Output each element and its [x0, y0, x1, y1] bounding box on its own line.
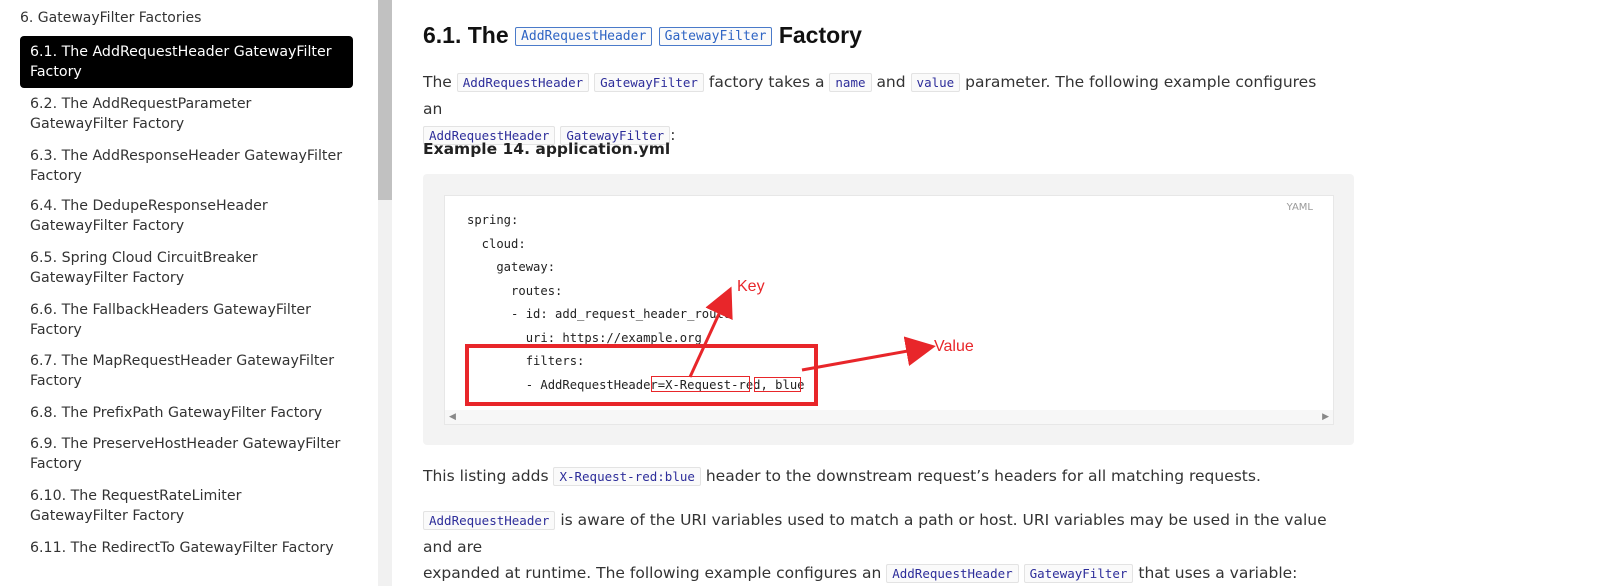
sidebar-scrollbar[interactable]	[378, 0, 392, 586]
toc-item-6-1[interactable]: 6.1. The AddRequestHeader GatewayFilter …	[20, 36, 353, 88]
toc-item-6-7[interactable]: 6.7. The MapRequestHeader GatewayFilter …	[20, 351, 353, 391]
inline-code: GatewayFilter	[1023, 564, 1134, 583]
toc-section-heading[interactable]: 6. GatewayFilter Factories	[20, 10, 201, 26]
aware-text: expanded at runtime. The following examp…	[423, 564, 882, 582]
listing-paragraph: This listing adds X-Request-red:blue hea…	[423, 463, 1323, 490]
toc-item-6-11[interactable]: 6.11. The RedirectTo GatewayFilter Facto…	[20, 538, 353, 558]
toc-item-6-3[interactable]: 6.3. The AddResponseHeader GatewayFilter…	[20, 146, 353, 186]
annotation-arrows	[688, 286, 936, 378]
toc-item-6-10[interactable]: 6.10. The RequestRateLimiter GatewayFilt…	[20, 486, 353, 526]
inline-code: X-Request-red:blue	[553, 467, 701, 486]
aware-paragraph: AddRequestHeader is aware of the URI var…	[423, 507, 1343, 587]
toc-item-6-5[interactable]: 6.5. Spring Cloud CircuitBreaker Gateway…	[20, 248, 353, 288]
aware-text: is aware of the URI variables used to ma…	[423, 511, 1327, 556]
toc-item-6-4[interactable]: 6.4. The DedupeResponseHeader GatewayFil…	[20, 196, 353, 236]
value-arrow	[801, 336, 936, 372]
toc-item-6-2[interactable]: 6.2. The AddRequestParameter GatewayFilt…	[20, 94, 353, 134]
toc-item-6-9[interactable]: 6.9. The PreserveHostHeader GatewayFilte…	[20, 434, 353, 474]
aware-text: that uses a variable:	[1138, 564, 1298, 582]
sidebar-toc: 6. GatewayFilter Factories 6.1. The AddR…	[0, 0, 378, 586]
toc-item-6-8[interactable]: 6.8. The PrefixPath GatewayFilter Factor…	[20, 403, 353, 423]
listing-text: This listing adds	[423, 467, 549, 485]
main-content: 6.1. The AddRequestHeader GatewayFilter …	[392, 0, 1608, 586]
annotation-value-label: Value	[934, 338, 974, 355]
toc-item-6-6[interactable]: 6.6. The FallbackHeaders GatewayFilter F…	[20, 300, 353, 340]
inline-code: AddRequestHeader	[886, 564, 1019, 583]
annotation-key-label: Key	[737, 278, 765, 295]
key-arrow	[688, 286, 733, 378]
sidebar-scrollbar-thumb[interactable]	[378, 0, 392, 200]
inline-code: AddRequestHeader	[423, 511, 556, 530]
listing-text: header to the downstream request’s heade…	[705, 467, 1261, 485]
